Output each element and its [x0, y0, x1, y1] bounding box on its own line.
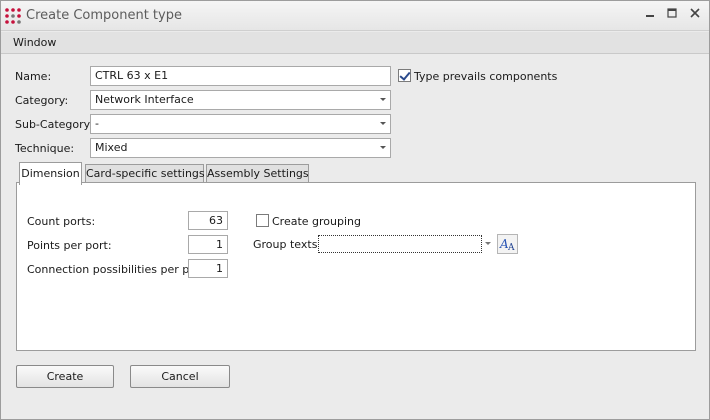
connection-possibilities-label: Connection possibilities per port: — [27, 263, 209, 276]
chevron-down-icon[interactable] — [380, 98, 386, 101]
subcategory-select[interactable]: - — [90, 114, 391, 134]
window-title: Create Component type — [26, 8, 182, 23]
category-value: Network Interface — [95, 93, 194, 106]
technique-label: Technique: — [15, 142, 75, 155]
count-ports-label: Count ports: — [27, 215, 96, 228]
maximize-icon — [667, 8, 677, 18]
title-bar[interactable]: Create Component type — [1, 1, 709, 31]
minimize-icon — [646, 15, 654, 17]
chevron-down-icon[interactable] — [380, 146, 386, 149]
group-texts-input[interactable] — [318, 235, 482, 253]
category-label: Category: — [15, 94, 69, 107]
subcategory-label: Sub-Category: — [15, 118, 94, 131]
group-texts-label: Group texts: — [253, 238, 322, 251]
tab-assembly-settings[interactable]: Assembly Settings — [206, 164, 309, 184]
chevron-down-icon[interactable] — [485, 242, 491, 245]
menu-bar: Window — [1, 32, 709, 54]
create-grouping-checkbox[interactable] — [256, 214, 269, 227]
minimize-button[interactable] — [641, 6, 659, 24]
font-button[interactable]: A A — [497, 234, 518, 254]
category-select[interactable]: Network Interface — [90, 90, 391, 110]
app-logo-icon — [5, 8, 21, 24]
connection-possibilities-input[interactable]: 1 — [188, 259, 228, 278]
maximize-button[interactable] — [663, 6, 681, 24]
chevron-down-icon[interactable] — [380, 122, 386, 125]
create-grouping-label: Create grouping — [272, 215, 362, 228]
name-field[interactable]: CTRL 63 x E1 — [90, 66, 391, 86]
create-button[interactable]: Create — [16, 365, 114, 388]
count-ports-input[interactable]: 63 — [188, 211, 228, 230]
close-button[interactable] — [686, 6, 704, 24]
technique-select[interactable]: Mixed — [90, 138, 391, 158]
menu-item-window[interactable]: Window — [13, 36, 56, 49]
subcategory-value: - — [95, 117, 99, 130]
tab-card-specific-settings[interactable]: Card-specific settings — [85, 164, 205, 184]
close-icon — [690, 8, 700, 18]
points-per-port-input[interactable]: 1 — [188, 235, 228, 254]
prevails-checkbox[interactable] — [398, 69, 411, 82]
font-icon: A A — [499, 237, 515, 253]
technique-value: Mixed — [95, 141, 128, 154]
prevails-label: Type prevails components — [414, 70, 558, 83]
points-per-port-label: Points per port: — [27, 239, 112, 252]
name-label: Name: — [15, 70, 52, 83]
tab-dimension[interactable]: Dimension — [19, 162, 82, 185]
cancel-button[interactable]: Cancel — [130, 365, 230, 388]
dialog-window: Create Component type Window Name: CTRL … — [0, 0, 710, 420]
svg-text:A: A — [507, 243, 515, 253]
